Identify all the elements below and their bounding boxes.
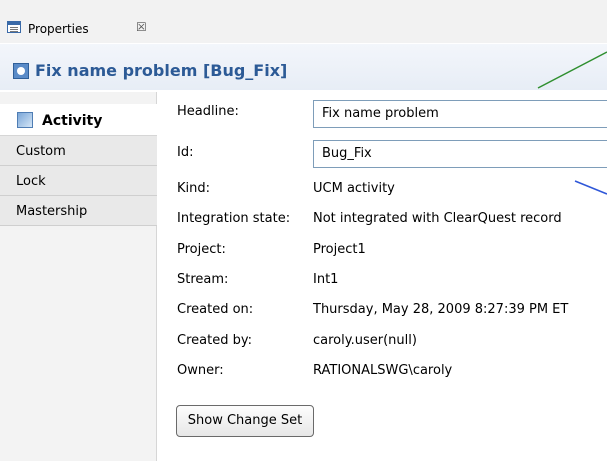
blue-annotation-line bbox=[574, 180, 607, 195]
